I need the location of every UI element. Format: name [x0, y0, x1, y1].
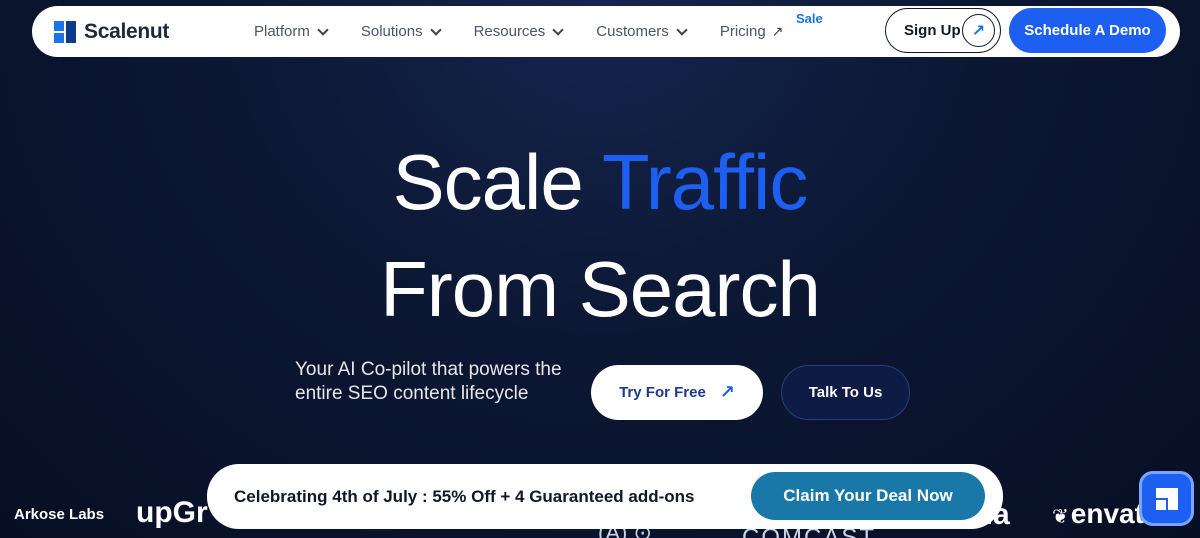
nav-item-resources[interactable]: Resources	[473, 23, 564, 40]
nav-item-customers[interactable]: Customers	[596, 23, 688, 40]
headline-accent-text: Traffic	[602, 138, 808, 226]
main-menu: Platform Solutions Resources Customers P…	[254, 6, 817, 57]
nav-item-pricing[interactable]: Pricing ↗	[720, 23, 784, 40]
nav-label: Pricing	[719, 23, 766, 40]
nav-label: Resources	[473, 23, 546, 40]
nav-item-platform[interactable]: Platform	[254, 23, 329, 40]
nav-item-solutions[interactable]: Solutions	[360, 23, 442, 40]
try-for-free-button[interactable]: Try For Free ↗	[591, 365, 763, 420]
chevron-down-icon	[317, 23, 329, 36]
nav-label: Solutions	[360, 23, 423, 40]
chevron-down-icon	[429, 23, 442, 36]
envato-text: envat	[1070, 498, 1144, 529]
client-logo-upgrad: upGr	[136, 496, 208, 529]
arrow-up-right-icon: ↗	[962, 14, 995, 47]
client-logo-envato: ❦envat	[1052, 498, 1144, 530]
brand-logo[interactable]: Scalenut	[54, 20, 169, 44]
try-for-free-label: Try For Free	[619, 384, 706, 401]
headline-white-text: Scale	[392, 138, 584, 226]
scalenut-logo-icon	[54, 21, 76, 43]
brand-name: Scalenut	[84, 20, 170, 43]
chevron-down-icon	[552, 23, 564, 36]
chevron-down-icon	[676, 23, 688, 36]
sale-badge: Sale	[796, 11, 823, 26]
client-logo-arkose: Arkose Labs	[14, 506, 105, 523]
promo-banner: Celebrating 4th of July : 55% Off + 4 Gu…	[207, 464, 1003, 529]
hero-headline-line2: From Search	[380, 245, 821, 333]
leaf-icon: ❦	[1052, 506, 1069, 528]
schedule-demo-button[interactable]: Schedule A Demo	[1009, 8, 1166, 53]
arrow-up-right-icon: ↗	[719, 382, 735, 402]
talk-to-us-button[interactable]: Talk To Us	[781, 365, 910, 420]
sign-up-label: Sign Up	[904, 22, 961, 39]
claim-deal-button[interactable]: Claim Your Deal Now	[751, 472, 985, 520]
nav-label: Customers	[596, 23, 669, 40]
top-navbar: Scalenut Platform Solutions Resources Cu…	[32, 6, 1180, 57]
hero-subtitle: Your AI Co-pilot that powers the entire …	[295, 359, 562, 404]
hero-headline-line1: Scale Traffic	[0, 143, 1200, 221]
nav-label: Platform	[254, 23, 310, 40]
chat-widget-button[interactable]	[1139, 471, 1194, 526]
external-arrow-icon: ↗	[771, 23, 784, 39]
sign-up-button[interactable]: Sign Up ↗	[885, 8, 1001, 53]
promo-text: Celebrating 4th of July : 55% Off + 4 Gu…	[234, 486, 695, 506]
scalenut-chat-icon	[1155, 487, 1178, 510]
